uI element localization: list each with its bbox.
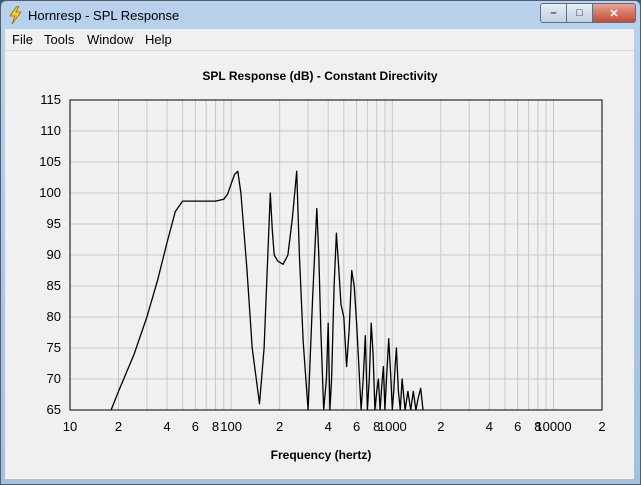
title-bar[interactable]: Hornresp - SPL Response – □ ✕ (1, 1, 640, 29)
x-tick-label: 8 (212, 419, 219, 434)
minimize-icon: – (550, 7, 557, 19)
chart-title: SPL Response (dB) - Constant Directivity (202, 69, 437, 83)
close-button[interactable]: ✕ (593, 3, 636, 23)
x-axis-label: Frequency (hertz) (271, 448, 372, 462)
y-tick-label: 110 (40, 123, 61, 138)
x-tick-label: 6 (192, 419, 199, 434)
y-tick-label: 65 (47, 402, 61, 417)
x-tick-label: 2 (276, 419, 283, 434)
y-tick-label: 115 (40, 92, 61, 107)
chart-area: SPL Response (dB) - Constant Directivity… (5, 51, 634, 479)
window-controls: – □ ✕ (540, 3, 636, 23)
y-tick-label: 100 (39, 185, 61, 200)
window-title: Hornresp - SPL Response (28, 8, 180, 23)
y-tick-label: 70 (47, 371, 61, 386)
x-tick-label: 10 (63, 419, 77, 434)
maximize-icon: □ (576, 7, 583, 19)
x-tick-label: 4 (163, 419, 170, 434)
spl-chart: SPL Response (dB) - Constant Directivity… (39, 69, 606, 462)
x-tick-label: 100 (220, 419, 242, 434)
x-tick-label: 2 (437, 419, 444, 434)
lightning-icon (9, 6, 22, 24)
x-tick-label: 4 (486, 419, 493, 434)
menu-file[interactable]: File (12, 32, 33, 47)
y-tick-label: 95 (47, 216, 61, 231)
maximize-button[interactable]: □ (567, 3, 593, 23)
y-tick-label: 90 (47, 247, 61, 262)
close-icon: ✕ (609, 7, 619, 20)
x-tick-label: 2 (115, 419, 122, 434)
y-tick-label: 85 (47, 278, 61, 293)
y-tick-label: 80 (47, 309, 61, 324)
x-axis: 10 2 4 6 8 100 2 4 6 81000 2 4 6 810000 2 (63, 419, 606, 434)
x-tick-label: 2 (598, 419, 605, 434)
y-tick-label: 75 (47, 340, 61, 355)
minimize-button[interactable]: – (540, 3, 567, 23)
menu-window[interactable]: Window (87, 32, 133, 47)
menu-bar: File Tools Window Help (5, 29, 634, 51)
app-window: Hornresp - SPL Response – □ ✕ File Tools… (0, 0, 641, 485)
x-tick-label: 10000 (535, 419, 571, 434)
menu-tools[interactable]: Tools (44, 32, 74, 47)
x-tick-label: 6 (353, 419, 360, 434)
x-tick-label: 1000 (378, 419, 407, 434)
menu-help[interactable]: Help (145, 32, 172, 47)
x-tick-label: 6 (514, 419, 521, 434)
x-tick-label: 4 (325, 419, 332, 434)
y-tick-label: 105 (39, 154, 61, 169)
y-axis: 65 70 75 80 85 90 95 100 105 110 115 (39, 92, 61, 417)
